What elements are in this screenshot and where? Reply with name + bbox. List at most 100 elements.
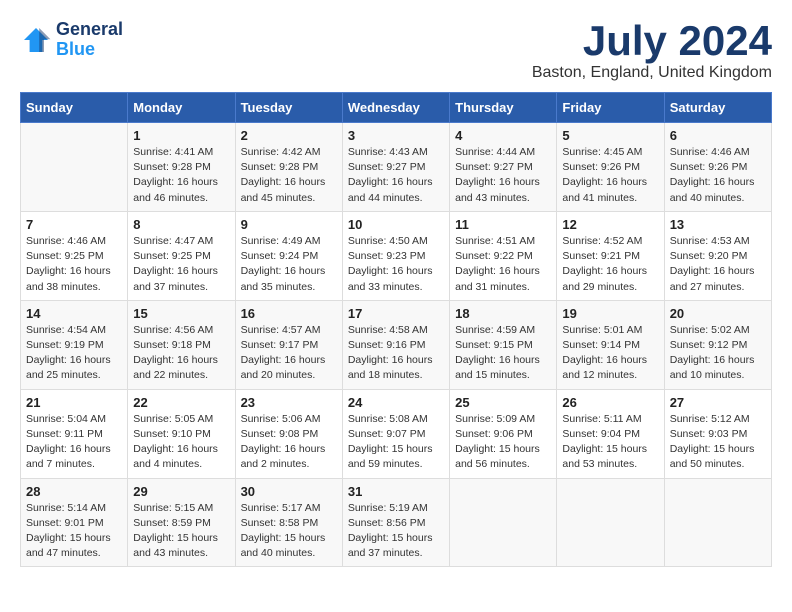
logo: General Blue — [20, 20, 123, 60]
day-info: Sunrise: 4:52 AMSunset: 9:21 PMDaylight:… — [562, 234, 658, 295]
location-text: Baston, England, United Kingdom — [532, 64, 772, 82]
day-number: 31 — [348, 484, 444, 499]
calendar-cell — [450, 478, 557, 567]
title-section: July 2024 Baston, England, United Kingdo… — [532, 20, 772, 82]
calendar-cell: 17 Sunrise: 4:58 AMSunset: 9:16 PMDayligh… — [342, 300, 449, 389]
calendar-cell: 22Sunrise: 5:05 AMSunset: 9:10 PMDayligh… — [128, 389, 235, 478]
calendar-cell — [664, 478, 771, 567]
day-number: 15 — [133, 306, 229, 321]
calendar-table: SundayMondayTuesdayWednesdayThursdayFrid… — [20, 92, 772, 567]
day-info: Sunrise: 4:56 AMSunset: 9:18 PMDaylight:… — [133, 323, 229, 384]
day-number: 23 — [241, 395, 337, 410]
day-number: 28 — [26, 484, 122, 499]
day-info: Sunrise: 5:04 AMSunset: 9:11 PMDaylight:… — [26, 412, 122, 473]
day-info: Sunrise: 4:53 AMSunset: 9:20 PMDaylight:… — [670, 234, 766, 295]
calendar-cell: 27Sunrise: 5:12 AMSunset: 9:03 PMDayligh… — [664, 389, 771, 478]
day-number: 16 — [241, 306, 337, 321]
day-info: Sunrise: 5:09 AMSunset: 9:06 PMDaylight:… — [455, 412, 551, 473]
calendar-cell — [21, 123, 128, 212]
day-info: Sunrise: 4:54 AMSunset: 9:19 PMDaylight:… — [26, 323, 122, 384]
calendar-cell: 30 Sunrise: 5:17 AMSunset: 8:58 PMDayligh… — [235, 478, 342, 567]
day-number: 12 — [562, 217, 658, 232]
day-number: 6 — [670, 128, 766, 143]
day-number: 26 — [562, 395, 658, 410]
day-info: Sunrise: 4:45 AMSunset: 9:26 PMDaylight:… — [562, 145, 658, 206]
weekday-header-row: SundayMondayTuesdayWednesdayThursdayFrid… — [21, 93, 772, 123]
day-info: Sunrise: 4:51 AMSunset: 9:22 PMDaylight:… — [455, 234, 551, 295]
weekday-header: Friday — [557, 93, 664, 123]
logo-text-blue: Blue — [56, 40, 123, 60]
day-info: Sunrise: 4:58 AMSunset: 9:16 PMDaylight:… — [348, 323, 444, 384]
day-number: 13 — [670, 217, 766, 232]
calendar-cell: 1 Sunrise: 4:41 AMSunset: 9:28 PMDaylight… — [128, 123, 235, 212]
day-info: Sunrise: 5:15 AMSunset: 8:59 PMDaylight:… — [133, 501, 229, 562]
day-number: 4 — [455, 128, 551, 143]
calendar-cell: 26 Sunrise: 5:11 AMSunset: 9:04 PMDayligh… — [557, 389, 664, 478]
calendar-cell: 9Sunrise: 4:49 AMSunset: 9:24 PMDaylight… — [235, 211, 342, 300]
day-number: 9 — [241, 217, 337, 232]
day-info: Sunrise: 4:46 AMSunset: 9:25 PMDaylight:… — [26, 234, 122, 295]
calendar-cell: 28 Sunrise: 5:14 AMSunset: 9:01 PMDayligh… — [21, 478, 128, 567]
calendar-cell: 25 Sunrise: 5:09 AMSunset: 9:06 PMDayligh… — [450, 389, 557, 478]
day-info: Sunrise: 5:11 AMSunset: 9:04 PMDaylight:… — [562, 412, 658, 473]
day-number: 30 — [241, 484, 337, 499]
day-info: Sunrise: 5:19 AMSunset: 8:56 PMDaylight:… — [348, 501, 444, 562]
day-number: 1 — [133, 128, 229, 143]
logo-text-general: General — [56, 20, 123, 40]
day-number: 29 — [133, 484, 229, 499]
logo-icon — [20, 24, 52, 56]
calendar-week-row: 21 Sunrise: 5:04 AMSunset: 9:11 PMDayligh… — [21, 389, 772, 478]
day-number: 21 — [26, 395, 122, 410]
calendar-cell: 4 Sunrise: 4:44 AMSunset: 9:27 PMDaylight… — [450, 123, 557, 212]
day-info: Sunrise: 4:59 AMSunset: 9:15 PMDaylight:… — [455, 323, 551, 384]
calendar-week-row: 28 Sunrise: 5:14 AMSunset: 9:01 PMDayligh… — [21, 478, 772, 567]
calendar-cell: 13 Sunrise: 4:53 AMSunset: 9:20 PMDayligh… — [664, 211, 771, 300]
weekday-header: Saturday — [664, 93, 771, 123]
day-number: 5 — [562, 128, 658, 143]
calendar-cell: 18 Sunrise: 4:59 AMSunset: 9:15 PMDayligh… — [450, 300, 557, 389]
calendar-cell: 11Sunrise: 4:51 AMSunset: 9:22 PMDayligh… — [450, 211, 557, 300]
calendar-cell: 5 Sunrise: 4:45 AMSunset: 9:26 PMDaylight… — [557, 123, 664, 212]
calendar-week-row: 14 Sunrise: 4:54 AMSunset: 9:19 PMDayligh… — [21, 300, 772, 389]
calendar-cell — [557, 478, 664, 567]
day-number: 20 — [670, 306, 766, 321]
calendar-cell: 15 Sunrise: 4:56 AMSunset: 9:18 PMDayligh… — [128, 300, 235, 389]
day-number: 25 — [455, 395, 551, 410]
calendar-week-row: 7Sunrise: 4:46 AMSunset: 9:25 PMDaylight… — [21, 211, 772, 300]
day-info: Sunrise: 5:02 AMSunset: 9:12 PMDaylight:… — [670, 323, 766, 384]
day-number: 14 — [26, 306, 122, 321]
day-info: Sunrise: 4:44 AMSunset: 9:27 PMDaylight:… — [455, 145, 551, 206]
day-info: Sunrise: 5:17 AMSunset: 8:58 PMDaylight:… — [241, 501, 337, 562]
day-number: 22 — [133, 395, 229, 410]
calendar-cell: 14 Sunrise: 4:54 AMSunset: 9:19 PMDayligh… — [21, 300, 128, 389]
calendar-cell: 21 Sunrise: 5:04 AMSunset: 9:11 PMDayligh… — [21, 389, 128, 478]
month-title: July 2024 — [532, 20, 772, 62]
day-number: 3 — [348, 128, 444, 143]
day-info: Sunrise: 4:57 AMSunset: 9:17 PMDaylight:… — [241, 323, 337, 384]
day-info: Sunrise: 4:42 AMSunset: 9:28 PMDaylight:… — [241, 145, 337, 206]
day-info: Sunrise: 5:01 AMSunset: 9:14 PMDaylight:… — [562, 323, 658, 384]
day-info: Sunrise: 5:06 AMSunset: 9:08 PMDaylight:… — [241, 412, 337, 473]
calendar-cell: 23 Sunrise: 5:06 AMSunset: 9:08 PMDayligh… — [235, 389, 342, 478]
day-number: 17 — [348, 306, 444, 321]
day-number: 8 — [133, 217, 229, 232]
page-header: General Blue July 2024 Baston, England, … — [20, 20, 772, 82]
calendar-cell: 31 Sunrise: 5:19 AMSunset: 8:56 PMDayligh… — [342, 478, 449, 567]
calendar-cell: 6 Sunrise: 4:46 AMSunset: 9:26 PMDaylight… — [664, 123, 771, 212]
day-number: 24 — [348, 395, 444, 410]
calendar-week-row: 1 Sunrise: 4:41 AMSunset: 9:28 PMDaylight… — [21, 123, 772, 212]
weekday-header: Wednesday — [342, 93, 449, 123]
calendar-cell: 16 Sunrise: 4:57 AMSunset: 9:17 PMDayligh… — [235, 300, 342, 389]
day-info: Sunrise: 4:46 AMSunset: 9:26 PMDaylight:… — [670, 145, 766, 206]
day-info: Sunrise: 4:43 AMSunset: 9:27 PMDaylight:… — [348, 145, 444, 206]
day-info: Sunrise: 5:14 AMSunset: 9:01 PMDaylight:… — [26, 501, 122, 562]
day-number: 27 — [670, 395, 766, 410]
calendar-cell: 20 Sunrise: 5:02 AMSunset: 9:12 PMDayligh… — [664, 300, 771, 389]
day-info: Sunrise: 4:41 AMSunset: 9:28 PMDaylight:… — [133, 145, 229, 206]
day-number: 18 — [455, 306, 551, 321]
day-number: 19 — [562, 306, 658, 321]
calendar-cell: 29 Sunrise: 5:15 AMSunset: 8:59 PMDayligh… — [128, 478, 235, 567]
calendar-cell: 3 Sunrise: 4:43 AMSunset: 9:27 PMDaylight… — [342, 123, 449, 212]
calendar-cell: 19 Sunrise: 5:01 AMSunset: 9:14 PMDayligh… — [557, 300, 664, 389]
day-number: 10 — [348, 217, 444, 232]
